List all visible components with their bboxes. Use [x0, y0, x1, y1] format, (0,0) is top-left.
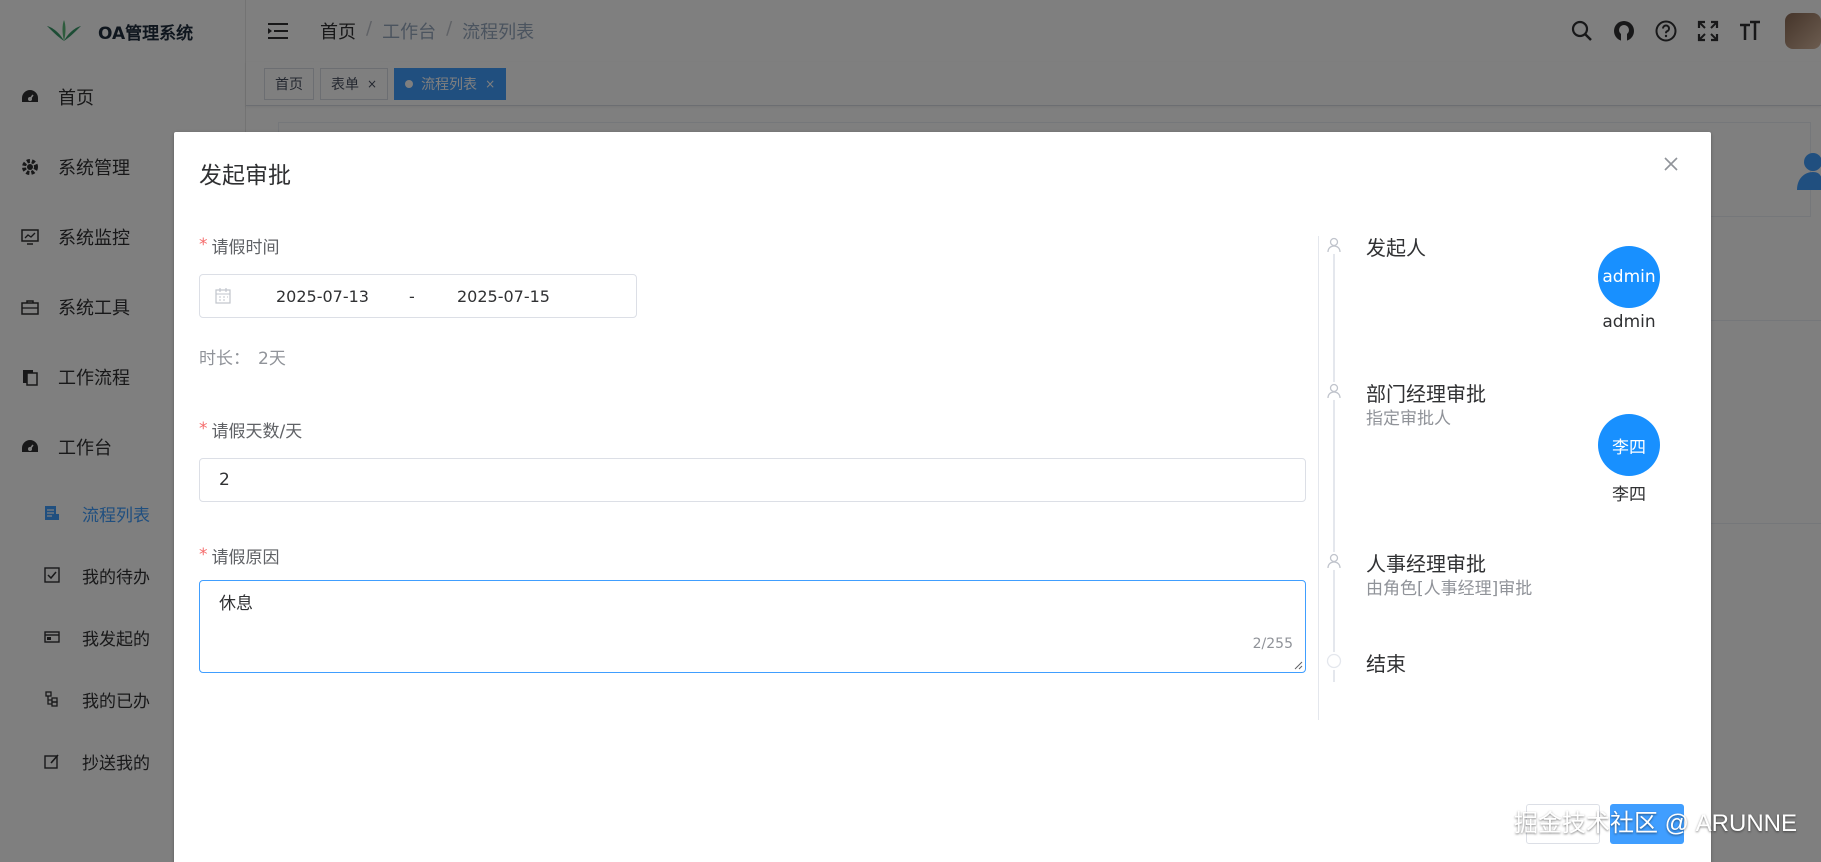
duration-label: 时长： [199, 349, 250, 369]
user-icon [1325, 552, 1343, 570]
leave-days-input[interactable]: 2 [199, 458, 1306, 502]
required-mark: * [199, 419, 208, 439]
reason-text: 休息 [219, 594, 253, 614]
avatar: admin [1598, 246, 1660, 308]
timeline-subtitle: 由角色[人事经理]审批 [1366, 579, 1533, 599]
range-separator: - [409, 286, 415, 306]
char-counter: 2/255 [1252, 636, 1293, 652]
duration-text: 时长： 2天 [199, 344, 1306, 369]
circle-icon [1325, 652, 1343, 670]
watermark: 掘金技术社区 @ ARUNNE [1513, 810, 1797, 837]
close-icon[interactable] [1661, 154, 1681, 174]
leave-time-label: * 请假时间 [199, 232, 1306, 258]
required-mark: * [199, 545, 208, 565]
leave-form: * 请假时间 2025-07-13 - 2025-07-15 时长： 2天 * 请… [199, 232, 1306, 673]
avatar-name: admin [1602, 312, 1656, 332]
end-date-input[interactable]: 2025-07-15 [457, 287, 550, 306]
duration-value: 2天 [258, 349, 286, 369]
timeline-title: 部门经理审批 [1366, 382, 1486, 406]
user-icon [1325, 236, 1343, 254]
dialog-title: 发起审批 [199, 163, 291, 189]
label-text: 请假原因 [211, 547, 280, 568]
label-text: 请假时间 [211, 237, 280, 258]
leave-days-label: * 请假天数/天 [199, 416, 1306, 442]
label-text: 请假天数/天 [211, 421, 303, 442]
leave-date-range-picker[interactable]: 2025-07-13 - 2025-07-15 [199, 274, 637, 318]
avatar-name: 李四 [1612, 485, 1646, 505]
timeline-subtitle: 指定审批人 [1366, 409, 1451, 429]
timeline-line [1333, 252, 1335, 682]
approval-flow-timeline: 发起人 admin admin 部门经理审批 指定审批人 李四 李四 人事经理审… [1318, 236, 1698, 716]
timeline-title: 结束 [1366, 652, 1406, 676]
timeline-title: 人事经理审批 [1366, 552, 1486, 576]
required-mark: * [199, 235, 208, 255]
user-icon [1325, 382, 1343, 400]
start-approval-dialog: 发起审批 * 请假时间 2025-07-13 - 2025-07-15 时长： 2… [174, 132, 1711, 862]
leave-reason-textarea[interactable]: 休息 2/255 [199, 580, 1306, 673]
leave-reason-label: * 请假原因 [199, 542, 1306, 568]
timeline-title: 发起人 [1366, 236, 1426, 260]
avatar: 李四 [1598, 414, 1660, 476]
calendar-icon [215, 288, 231, 304]
start-date-input[interactable]: 2025-07-13 [276, 287, 401, 306]
resize-handle-icon[interactable] [1293, 660, 1303, 670]
